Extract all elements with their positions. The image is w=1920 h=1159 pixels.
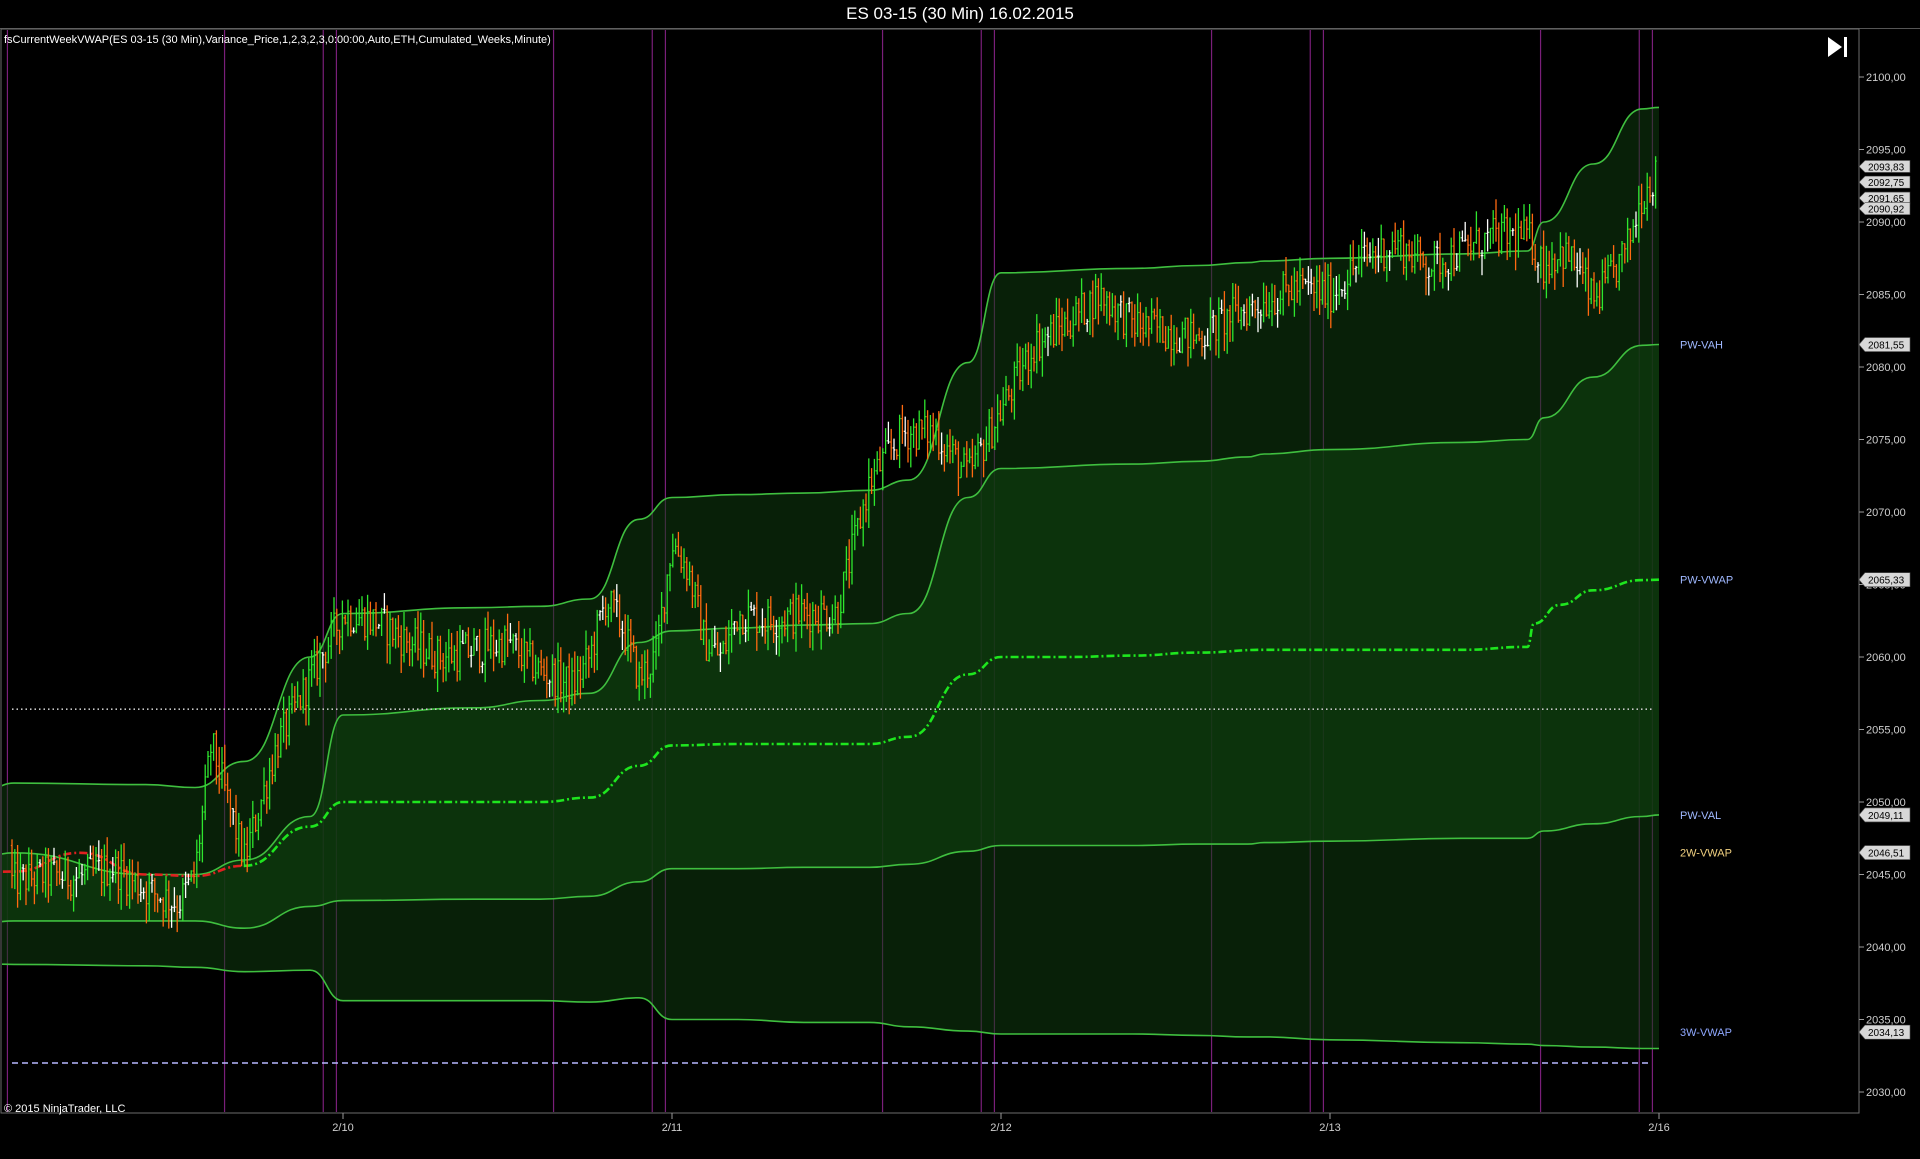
price-axis-label: 2040,00 <box>1866 942 1906 954</box>
price-axis-label: 2090,00 <box>1866 217 1906 229</box>
price-axis-label: 2095,00 <box>1866 145 1906 157</box>
price-marker-value: 2093,83 <box>1868 162 1905 173</box>
price-markers: 2093,832092,752091,652090,92 <box>1858 160 1911 216</box>
price-axis-label: 2070,00 <box>1866 507 1906 519</box>
price-tag-value: 2049,11 <box>1868 811 1904 822</box>
skip-to-end-icon[interactable] <box>1824 33 1852 61</box>
price-axis-label: 2060,00 <box>1866 652 1906 664</box>
price-marker-value: 2092,75 <box>1868 178 1905 189</box>
time-axis-label: 2/10 <box>332 1122 353 1134</box>
price-tag-value: 2081,55 <box>1868 341 1905 352</box>
price-marker-value: 2090,92 <box>1868 205 1905 216</box>
price-axis-label: 2035,00 <box>1866 1015 1906 1027</box>
chart-canvas: 2030,00 2035,00 2040,00 2045,00 2050,00 2055,… <box>0 28 1911 1134</box>
time-axis-label: 2/13 <box>1319 1122 1340 1134</box>
time-axis: 2/10 2/11 2/12 2/13 2/16 <box>332 1113 1670 1134</box>
level-label: PW-VAL <box>1680 810 1721 822</box>
time-axis-label: 2/16 <box>1648 1122 1669 1134</box>
price-tag-value: 2046,51 <box>1868 849 1905 860</box>
price-axis-label: 2050,00 <box>1866 797 1906 809</box>
vwap-bands <box>2 106 1660 1050</box>
price-axis-label: 2030,00 <box>1866 1087 1906 1099</box>
copyright-text: © 2015 NinjaTrader, LLC <box>4 1103 125 1115</box>
price-tag-value: 2065,33 <box>1868 576 1905 587</box>
price-axis-label: 2045,00 <box>1866 870 1906 882</box>
price-axis-label: 2100,00 <box>1866 72 1906 84</box>
price-axis-label: 2085,00 <box>1866 290 1906 302</box>
time-axis-label: 2/12 <box>990 1122 1011 1134</box>
level-label: 3W-VWAP <box>1680 1027 1732 1039</box>
time-axis-label: 2/11 <box>662 1122 683 1134</box>
indicator-label: fsCurrentWeekVWAP(ES 03-15 (30 Min),Vari… <box>4 34 551 46</box>
price-tag-value: 2034,13 <box>1868 1028 1905 1039</box>
price-axis-label: 2075,00 <box>1866 435 1906 447</box>
level-label: PW-VWAP <box>1680 575 1733 587</box>
price-axis-label: 2080,00 <box>1866 362 1906 374</box>
price-axis-label: 2055,00 <box>1866 725 1906 737</box>
level-label: 2W-VWAP <box>1680 848 1732 860</box>
level-label: PW-VAH <box>1680 340 1723 352</box>
